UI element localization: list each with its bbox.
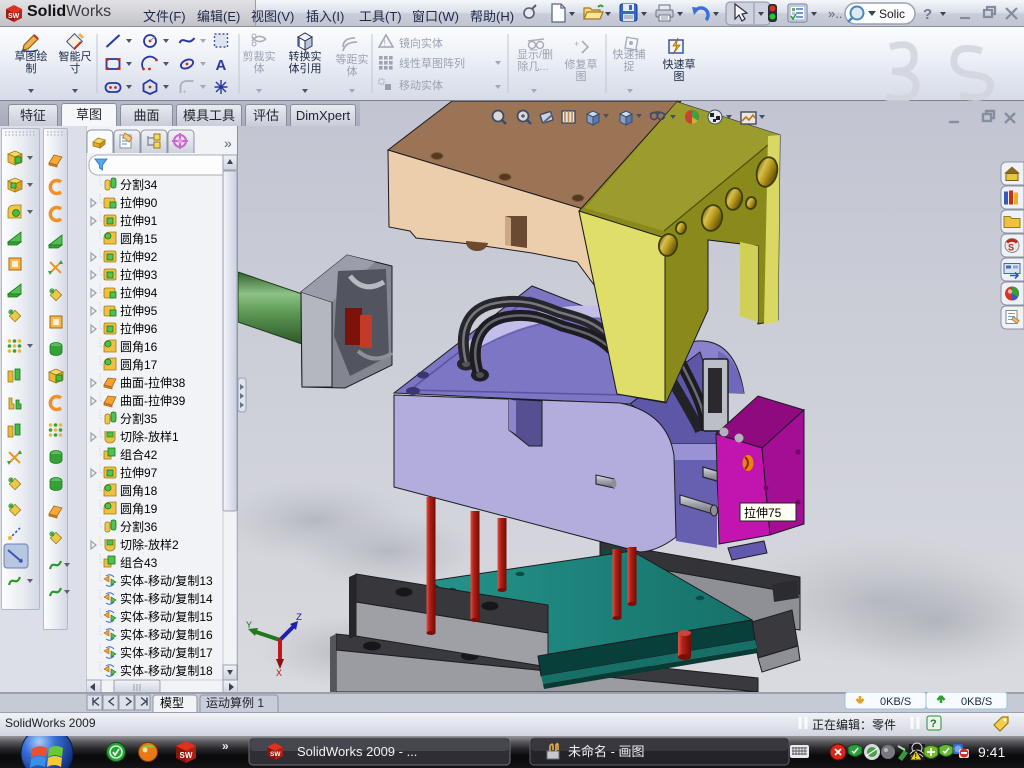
svg-text:实体-移动/复制13: 实体-移动/复制13 <box>120 573 213 588</box>
svg-text:0KB/S: 0KB/S <box>880 696 911 708</box>
svg-text:运动算例 1: 运动算例 1 <box>206 695 264 710</box>
svg-text:拉伸90: 拉伸90 <box>120 195 158 210</box>
svg-text:拉伸91: 拉伸91 <box>120 213 158 228</box>
svg-text:线性草图阵列: 线性草图阵列 <box>399 56 465 70</box>
svg-text:Z: Z <box>296 613 302 624</box>
svg-text:Y: Y <box>246 621 252 632</box>
svg-text:?: ? <box>923 6 932 23</box>
svg-text:拉伸95: 拉伸95 <box>120 303 158 318</box>
svg-text:!: ! <box>384 38 387 48</box>
svg-text:显示/删: 显示/删 <box>517 48 553 61</box>
svg-text:分割34: 分割34 <box>120 177 158 192</box>
svg-text:智能尺: 智能尺 <box>59 49 92 63</box>
svg-text:»: » <box>224 135 232 151</box>
svg-text:分割36: 分割36 <box>120 519 158 534</box>
svg-text:曲面-拉伸38: 曲面-拉伸38 <box>120 375 186 390</box>
svg-text:9:41: 9:41 <box>978 744 1005 760</box>
svg-text:+: + <box>183 89 187 96</box>
svg-text:快速草: 快速草 <box>663 58 696 71</box>
svg-text:切除-放样1: 切除-放样1 <box>120 429 179 444</box>
svg-text:!: ! <box>914 752 917 761</box>
svg-text:除几...: 除几... <box>517 59 548 73</box>
svg-text:»..: ».. <box>828 6 842 21</box>
svg-text:圆角17: 圆角17 <box>120 358 158 372</box>
svg-text:圆角19: 圆角19 <box>120 502 158 516</box>
svg-text:正在编辑：零件: 正在编辑：零件 <box>812 717 896 732</box>
svg-text:修复草: 修复草 <box>565 57 598 71</box>
svg-text:A: A <box>216 57 227 74</box>
svg-text:拉伸93: 拉伸93 <box>120 267 158 282</box>
svg-text:0KB/S: 0KB/S <box>961 696 992 708</box>
svg-text:Solic: Solic <box>879 7 905 21</box>
svg-text:切除-放样2: 切除-放样2 <box>120 537 179 552</box>
svg-text:未命名 - 画图: 未命名 - 画图 <box>568 744 645 759</box>
svg-text:体引用: 体引用 <box>289 61 322 75</box>
svg-text:快速捕: 快速捕 <box>613 47 646 61</box>
svg-text:拉伸92: 拉伸92 <box>120 249 158 264</box>
svg-text:组合43: 组合43 <box>120 555 158 570</box>
svg-text:捉: 捉 <box>624 59 635 73</box>
svg-text:拉伸94: 拉伸94 <box>120 285 158 300</box>
svg-text:X: X <box>276 669 282 680</box>
svg-text:模型: 模型 <box>160 696 184 710</box>
svg-text:拉伸75: 拉伸75 <box>744 505 782 520</box>
svg-text:SW: SW <box>180 751 193 760</box>
svg-text:圆角16: 圆角16 <box>120 340 158 354</box>
svg-text:SolidWorks 2009 - ...: SolidWorks 2009 - ... <box>297 744 417 759</box>
svg-text:寸: 寸 <box>70 61 81 75</box>
svg-text:体: 体 <box>254 61 265 75</box>
svg-text:图: 图 <box>674 70 685 83</box>
svg-text:实体-移动/复制18: 实体-移动/复制18 <box>120 663 213 678</box>
svg-text:剪裁实: 剪裁实 <box>243 49 276 63</box>
svg-text:+: + <box>574 39 579 49</box>
svg-text:体: 体 <box>347 64 358 78</box>
svg-text:拉伸96: 拉伸96 <box>120 321 158 336</box>
svg-text:»: » <box>222 739 229 753</box>
svg-text:SW: SW <box>270 751 281 758</box>
svg-text:移动实体: 移动实体 <box>399 78 443 92</box>
svg-text:分割35: 分割35 <box>120 411 158 426</box>
svg-text:SW: SW <box>8 13 20 20</box>
svg-text:曲面-拉伸39: 曲面-拉伸39 <box>120 393 186 408</box>
svg-text:镜向实体: 镜向实体 <box>399 36 443 50</box>
svg-text:?: ? <box>930 718 937 730</box>
svg-text:等距实: 等距实 <box>336 52 369 66</box>
svg-text:转换实: 转换实 <box>289 49 322 63</box>
svg-text:制: 制 <box>26 62 37 75</box>
svg-text:实体-移动/复制17: 实体-移动/复制17 <box>120 645 213 660</box>
svg-text:圆角18: 圆角18 <box>120 484 158 498</box>
svg-text:组合42: 组合42 <box>120 447 158 462</box>
svg-text:S: S <box>1008 243 1014 253</box>
svg-text:实体-移动/复制14: 实体-移动/复制14 <box>120 591 213 606</box>
svg-text:草图绘: 草图绘 <box>15 49 48 63</box>
svg-text:实体-移动/复制15: 实体-移动/复制15 <box>120 609 213 624</box>
svg-text:图: 图 <box>576 70 587 83</box>
svg-text:圆角15: 圆角15 <box>120 232 158 246</box>
svg-text:实体-移动/复制16: 实体-移动/复制16 <box>120 627 213 642</box>
svg-text:拉伸97: 拉伸97 <box>120 465 158 480</box>
